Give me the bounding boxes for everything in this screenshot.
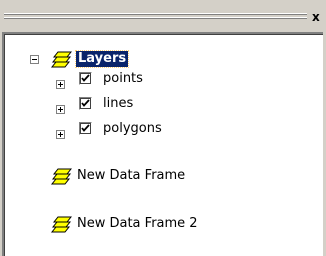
- layer-visibility-checkbox[interactable]: [79, 97, 92, 110]
- drag-grip[interactable]: [4, 13, 307, 21]
- layers-stack-icon: [50, 167, 73, 189]
- data-frame-label[interactable]: New Data Frame: [77, 168, 185, 184]
- checkmark-icon: [81, 74, 90, 82]
- data-frame-label[interactable]: New Data Frame 2: [77, 216, 198, 232]
- grip-line: [4, 14, 307, 15]
- table-of-contents-tree[interactable]: Layers points lines polygons New Data Fr…: [2, 32, 323, 256]
- layer-visibility-checkbox[interactable]: [79, 122, 92, 135]
- checkmark-icon: [81, 99, 90, 107]
- checkmark-icon: [81, 124, 90, 132]
- close-button[interactable]: x: [312, 9, 326, 25]
- expand-toggle-icon[interactable]: [56, 80, 65, 89]
- layer-label-points[interactable]: points: [103, 71, 143, 87]
- layer-visibility-checkbox[interactable]: [79, 72, 92, 85]
- layers-stack-icon: [50, 215, 73, 237]
- tree-root-layers-label[interactable]: Layers: [74, 50, 130, 68]
- panel-title-bar[interactable]: x: [0, 0, 326, 30]
- expand-toggle-icon[interactable]: [56, 130, 65, 139]
- layer-label-polygons[interactable]: polygons: [103, 121, 162, 137]
- layer-label-lines[interactable]: lines: [103, 96, 133, 112]
- grip-line: [4, 18, 307, 19]
- expand-toggle-icon[interactable]: [56, 105, 65, 114]
- layers-stack-icon: [50, 50, 73, 72]
- collapse-toggle-icon[interactable]: [30, 55, 39, 64]
